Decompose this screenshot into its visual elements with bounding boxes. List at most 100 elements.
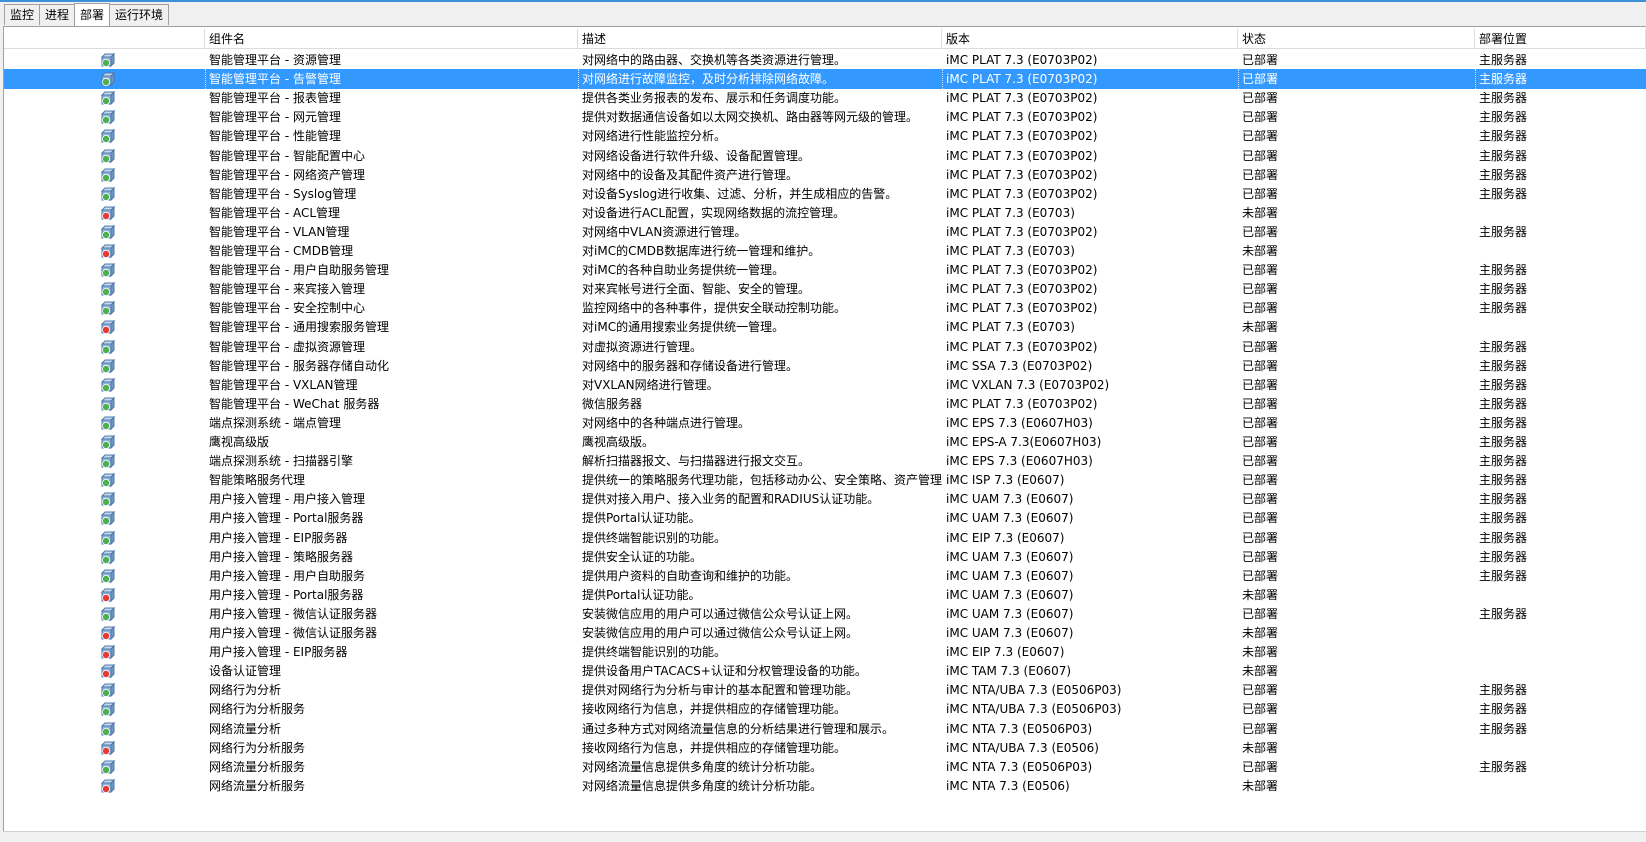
cell-description: 对网络中的各种端点进行管理。 <box>582 415 751 430</box>
cell-component-name: 智能管理平台 - WeChat 服务器 <box>209 396 380 411</box>
table-row[interactable]: 用户接入管理 - 微信认证服务器 安装微信应用的用户可以通过微信公众号认证上网。 i… <box>4 604 1646 624</box>
cell-deploy-location <box>1475 661 1646 681</box>
header-deploy-location[interactable]: 部署位置 <box>1475 29 1646 49</box>
cell-deploy-location: 主服务器 <box>1479 454 1528 469</box>
tab-process[interactable]: 进程 <box>39 4 76 25</box>
table-row[interactable]: 网络流量分析服务 对网络流量信息提供多角度的统计分析功能。 iMC NTA 7.3 … <box>4 757 1646 777</box>
cell-deploy-location: 主服务器 <box>1479 435 1528 449</box>
cell-version: iMC UAM 7.3 (E0607) <box>946 606 1074 621</box>
table-row[interactable]: 用户接入管理 - 策略服务器 提供安全认证的功能。 iMC UAM 7.3 (E06… <box>4 547 1646 567</box>
component-deployed-icon <box>100 682 116 698</box>
table-row[interactable]: 智能管理平台 - 网元管理 提供对数据通信设备如以太网交换机、路由器等网元级的管理… <box>4 107 1646 127</box>
table-row[interactable]: 智能管理平台 - 服务器存储自动化 对网络中的服务器和存储设备进行管理。 iMC S… <box>4 356 1646 376</box>
table-row[interactable]: 智能管理平台 - 虚拟资源管理 对虚拟资源进行管理。 iMC PLAT 7.3 (E… <box>4 337 1646 357</box>
component-deployed-icon <box>100 472 116 488</box>
cell-deploy-location: 主服务器 <box>1479 110 1528 125</box>
table-row[interactable]: 网络行为分析服务 接收网络行为信息，并提供相应的存储管理功能。 iMC NTA/UB… <box>4 738 1646 758</box>
cell-version: iMC PLAT 7.3 (E0703P02) <box>946 129 1098 144</box>
table-row[interactable]: 设备认证管理 提供设备用户TACACS+认证和分权管理设备的功能。 iMC TAM … <box>4 661 1646 681</box>
cell-description: 提供对网络行为分析与审计的基本配置和管理功能。 <box>582 683 859 698</box>
table-row[interactable]: 用户接入管理 - Portal服务器 提供Portal认证功能。 iMC UAM 7… <box>4 508 1646 528</box>
header-status[interactable]: 状态 <box>1238 29 1475 49</box>
table-row[interactable]: 端点探测系统 - 端点管理 对网络中的各种端点进行管理。 iMC EPS 7.3 (… <box>4 413 1646 433</box>
table-row[interactable]: 智能管理平台 - 报表管理 提供各类业务报表的发布、展示和任务调度功能。 iMC P… <box>4 88 1646 108</box>
header-icon-column[interactable] <box>4 29 205 49</box>
cell-status: 已部署 <box>1242 568 1279 583</box>
cell-version: iMC UAM 7.3 (E0607) <box>946 568 1074 583</box>
tab-monitor[interactable]: 监控 <box>4 4 41 25</box>
cell-version: iMC PLAT 7.3 (E0703P02) <box>946 148 1098 163</box>
cell-description: 对iMC的CMDB数据库进行统一管理和维护。 <box>582 244 821 258</box>
cell-component-name: 用户接入管理 - 用户接入管理 <box>209 492 365 507</box>
cell-description: 对VXLAN网络进行管理。 <box>582 377 719 392</box>
cell-version: iMC PLAT 7.3 (E0703P02) <box>946 396 1098 411</box>
cell-version: iMC EIP 7.3 (E0607) <box>946 645 1065 660</box>
header-description[interactable]: 描述 <box>578 29 942 49</box>
table-row[interactable]: 智能管理平台 - 告警管理 对网络进行故障监控，及时分析排除网络故障。 iMC PL… <box>4 69 1646 90</box>
table-row[interactable]: 网络流量分析服务 对网络流量信息提供多角度的统计分析功能。 iMC NTA 7.3 … <box>4 776 1646 796</box>
component-deployed-icon <box>100 530 116 546</box>
cell-component-name: 网络流量分析服务 <box>209 759 306 774</box>
component-undeployed-icon <box>100 663 116 679</box>
table-row[interactable]: 智能管理平台 - VLAN管理 对网络中VLAN资源进行管理。 iMC PLAT 7… <box>4 222 1646 242</box>
component-deployed-icon <box>100 377 116 393</box>
cell-deploy-location: 主服务器 <box>1479 415 1528 430</box>
table-row[interactable]: 用户接入管理 - Portal服务器 提供Portal认证功能。 iMC UAM 7… <box>4 585 1646 605</box>
table-row[interactable]: 智能策略服务代理 提供统一的策略服务代理功能，包括移动办公、安全策略、资产管理..… <box>4 470 1646 490</box>
cell-deploy-location <box>1475 585 1646 605</box>
cell-deploy-location: 主服务器 <box>1479 301 1528 316</box>
cell-status: 已部署 <box>1242 549 1279 564</box>
table-row[interactable]: 用户接入管理 - 微信认证服务器 安装微信应用的用户可以通过微信公众号认证上网。 i… <box>4 623 1646 643</box>
tab-runtime-environment[interactable]: 运行环境 <box>109 4 170 25</box>
cell-component-name: 网络行为分析服务 <box>209 740 306 755</box>
cell-status: 已部署 <box>1242 473 1279 488</box>
table-row[interactable]: 网络行为分析服务 接收网络行为信息，并提供相应的存储管理功能。 iMC NTA/UB… <box>4 699 1646 719</box>
table-row[interactable]: 智能管理平台 - 性能管理 对网络进行性能监控分析。 iMC PLAT 7.3 (E… <box>4 126 1646 146</box>
cell-description: 通过多种方式对网络流量信息的分析结果进行管理和展示。 <box>582 721 895 736</box>
cell-status: 已部署 <box>1242 339 1279 354</box>
cell-deploy-location: 主服务器 <box>1479 377 1528 392</box>
table-row[interactable]: 网络行为分析 提供对网络行为分析与审计的基本配置和管理功能。 iMC NTA/UBA… <box>4 680 1646 700</box>
table-row[interactable]: 用户接入管理 - EIP服务器 提供终端智能识别的功能。 iMC EIP 7.3 (… <box>4 528 1646 548</box>
tab-bar: 监控 进程 部署 运行环境 <box>4 3 170 26</box>
table-row[interactable]: 智能管理平台 - Syslog管理 对设备Syslog进行收集、过滤、分析，并生成… <box>4 184 1646 204</box>
table-row[interactable]: 智能管理平台 - 安全控制中心 监控网络中的各种事件，提供安全联动控制功能。 iMC… <box>4 298 1646 318</box>
cell-description: 对网络中的路由器、交换机等各类资源进行管理。 <box>582 53 847 67</box>
table-row[interactable]: 用户接入管理 - EIP服务器 提供终端智能识别的功能。 iMC EIP 7.3 (… <box>4 642 1646 662</box>
component-deployed-icon <box>100 434 116 450</box>
cell-component-name: 智能管理平台 - VLAN管理 <box>209 224 350 239</box>
table-row[interactable]: 智能管理平台 - 资源管理 对网络中的路由器、交换机等各类资源进行管理。 iMC P… <box>4 50 1646 70</box>
table-row[interactable]: 网络流量分析 通过多种方式对网络流量信息的分析结果进行管理和展示。 iMC NTA … <box>4 719 1646 739</box>
table-row[interactable]: 用户接入管理 - 用户自助服务 提供用户资料的自助查询和维护的功能。 iMC UAM… <box>4 566 1646 586</box>
tab-deploy[interactable]: 部署 <box>74 3 111 26</box>
table-row[interactable]: 端点探测系统 - 扫描器引擎 解析扫描器报文、与扫描器进行报文交互。 iMC EPS… <box>4 451 1646 471</box>
cell-component-name: 智能管理平台 - CMDB管理 <box>209 244 354 258</box>
table-row[interactable]: 智能管理平台 - VXLAN管理 对VXLAN网络进行管理。 iMC VXLAN 7… <box>4 375 1646 395</box>
cell-status: 未部署 <box>1242 626 1279 640</box>
component-undeployed-icon <box>100 319 116 335</box>
table-row[interactable]: 智能管理平台 - 来宾接入管理 对来宾帐号进行全面、智能、安全的管理。 iMC PL… <box>4 279 1646 299</box>
table-row[interactable]: 智能管理平台 - 用户自助服务管理 对iMC的各种自助业务提供统一管理。 iMC P… <box>4 260 1646 280</box>
table-row[interactable]: 智能管理平台 - 网络资产管理 对网络中的设备及其配件资产进行管理。 iMC PLA… <box>4 165 1646 185</box>
component-undeployed-icon <box>100 587 116 603</box>
table-row[interactable]: 用户接入管理 - 用户接入管理 提供对接入用户、接入业务的配置和RADIUS认证功… <box>4 489 1646 509</box>
cell-version: iMC UAM 7.3 (E0607) <box>946 626 1074 640</box>
table-row[interactable]: 智能管理平台 - ACL管理 对设备进行ACL配置，实现网络数据的流控管理。 iMC… <box>4 203 1646 223</box>
header-version[interactable]: 版本 <box>942 29 1238 49</box>
cell-component-name: 智能管理平台 - 资源管理 <box>209 53 341 67</box>
cell-status: 已部署 <box>1242 511 1279 526</box>
header-component-name[interactable]: 组件名 <box>205 29 578 49</box>
table-row[interactable]: 智能管理平台 - 通用搜索服务管理 对iMC的通用搜索业务提供统一管理。 iMC P… <box>4 317 1646 337</box>
cell-deploy-location: 主服务器 <box>1479 186 1528 201</box>
table-row[interactable]: 智能管理平台 - 智能配置中心 对网络设备进行软件升级、设备配置管理。 iMC PL… <box>4 146 1646 166</box>
status-bar <box>3 831 1646 842</box>
cell-component-name: 智能管理平台 - 来宾接入管理 <box>209 282 365 297</box>
cell-description: 对虚拟资源进行管理。 <box>582 339 703 354</box>
cell-version: iMC PLAT 7.3 (E0703P02) <box>946 110 1098 125</box>
table-row[interactable]: 智能管理平台 - CMDB管理 对iMC的CMDB数据库进行统一管理和维护。 iMC… <box>4 241 1646 261</box>
cell-status: 已部署 <box>1242 129 1279 144</box>
table-row[interactable]: 鹰视高级版 鹰视高级版。 iMC EPS-A 7.3(E0607H03) 已部署 主服务… <box>4 432 1646 452</box>
table-row[interactable]: 智能管理平台 - WeChat 服务器 微信服务器 iMC PLAT 7.3 (E0… <box>4 394 1646 414</box>
cell-description: 对网络进行故障监控，及时分析排除网络故障。 <box>578 69 942 90</box>
cell-version: iMC UAM 7.3 (E0607) <box>946 587 1074 602</box>
